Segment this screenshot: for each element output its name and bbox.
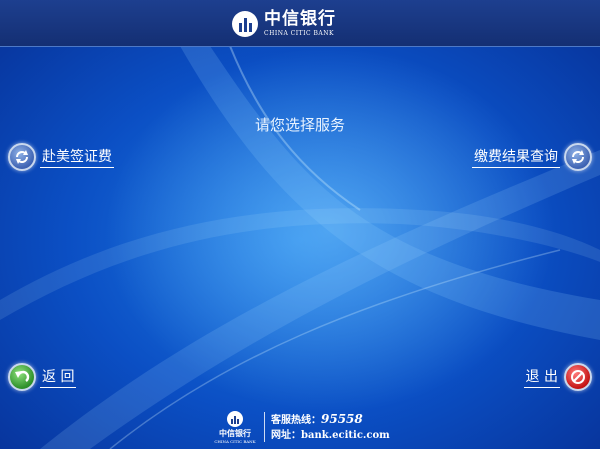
refresh-circle-icon	[8, 143, 36, 171]
website-label: 网址：	[271, 429, 301, 441]
website: 网址：bank.ecitic.com	[271, 428, 390, 443]
visa-fee-label: 赴美签证费	[40, 146, 114, 168]
payment-result-query-label: 缴费结果查询	[472, 146, 560, 168]
visa-fee-button[interactable]: 赴美签证费	[8, 143, 114, 171]
no-entry-icon	[564, 363, 592, 391]
service-prompt: 请您选择服务	[254, 116, 345, 134]
background-swoosh	[0, 45, 600, 449]
footer-logo-cn: 中信银行	[219, 427, 251, 438]
hotline-number: 95558	[321, 411, 363, 426]
exit-label: 退 出	[523, 366, 560, 388]
footer: 中信银行 CHINA CITIC BANK 客服热线：95558 网址：bank…	[212, 408, 412, 446]
refresh-circle-icon	[564, 143, 592, 171]
citic-logo-icon	[232, 11, 258, 37]
hotline: 客服热线：95558	[271, 412, 390, 428]
footer-logo-en: CHINA CITIC BANK	[214, 438, 256, 444]
hotline-label: 客服热线：	[271, 414, 321, 426]
citic-logo-icon	[227, 410, 243, 427]
website-url: bank.ecitic.com	[301, 429, 390, 441]
return-label: 返 回	[40, 366, 77, 388]
header-bar: 中信银行 CHINA CITIC BANK	[0, 0, 600, 47]
logo-name-en: CHINA CITIC BANK	[264, 30, 334, 37]
back-arrow-icon	[8, 363, 36, 391]
payment-result-query-button[interactable]: 缴费结果查询	[472, 143, 592, 171]
exit-button[interactable]: 退 出	[523, 363, 592, 391]
return-button[interactable]: 返 回	[8, 363, 77, 391]
footer-divider	[264, 412, 265, 442]
logo-name-cn: 中信银行	[264, 9, 336, 29]
footer-logo: 中信银行 CHINA CITIC BANK	[212, 410, 258, 444]
bank-logo: 中信银行 CHINA CITIC BANK	[232, 9, 336, 39]
